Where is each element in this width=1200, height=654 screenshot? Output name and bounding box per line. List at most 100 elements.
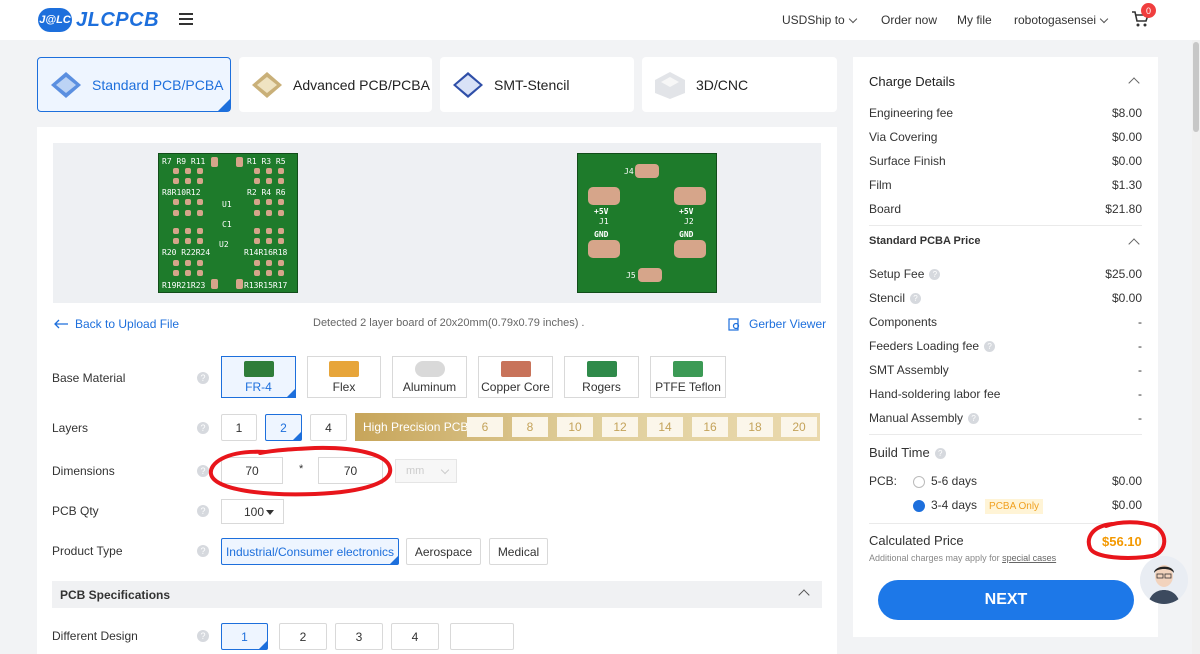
calculated-price-value: $56.10	[1102, 534, 1142, 549]
tab-smt-stencil[interactable]: SMT-Stencil	[440, 57, 634, 112]
order-now-link[interactable]: Order now	[881, 0, 937, 40]
currency-ship-to[interactable]: USDShip to	[782, 0, 857, 40]
dropdown-arrow-icon	[266, 510, 274, 515]
product-type-medical[interactable]: Medical	[489, 538, 548, 565]
product-type-industrial[interactable]: Industrial/Consumer electronics	[221, 538, 399, 565]
radio-unchecked[interactable]	[913, 475, 925, 488]
product-type-aerospace[interactable]: Aerospace	[406, 538, 481, 565]
selected-corner	[293, 432, 301, 440]
selected-corner	[218, 99, 230, 111]
hp-layer-option[interactable]: 10	[557, 417, 593, 437]
design-option-4[interactable]: 4	[391, 623, 439, 650]
hp-layer-option[interactable]: 16	[692, 417, 728, 437]
design-custom-input[interactable]	[450, 623, 514, 650]
tab-advanced-pcb[interactable]: Advanced PCB/PCBA	[239, 57, 432, 112]
dimension-x-input[interactable]: 70	[221, 457, 283, 484]
my-file-label: My file	[957, 13, 992, 27]
dimension-y-input[interactable]: 70	[318, 457, 383, 484]
help-icon[interactable]: ?	[197, 505, 209, 517]
pcba-value: -	[1138, 363, 1142, 377]
charge-label: Surface Finish	[869, 154, 946, 168]
hp-layer-option[interactable]: 12	[602, 417, 638, 437]
hp-layer-option[interactable]: 20	[781, 417, 817, 437]
back-to-upload-link[interactable]: Back to Upload File	[53, 317, 179, 331]
layers-label: Layers	[52, 421, 89, 435]
help-icon[interactable]: ?	[197, 545, 209, 557]
hp-layer-option[interactable]: 14	[647, 417, 683, 437]
charge-row-film: Film $1.30	[869, 178, 1142, 192]
unit-value: mm	[406, 465, 425, 477]
hp-layer-option[interactable]: 6	[467, 417, 503, 437]
hp-layer-option[interactable]: 18	[737, 417, 773, 437]
design-option-1[interactable]: 1	[221, 623, 268, 650]
tab-3d-cnc[interactable]: 3D/CNC	[642, 57, 837, 112]
design-value: 1	[241, 629, 248, 644]
charge-value: $21.80	[1105, 202, 1142, 216]
pcba-label: Components	[869, 315, 938, 329]
help-icon[interactable]: ?	[968, 413, 980, 425]
pcba-row-manual-assembly: Manual Assembly? -	[869, 411, 1142, 425]
build-option[interactable]: 3-4 days PCBA Only	[913, 498, 1044, 514]
my-file-link[interactable]: My file	[957, 0, 992, 40]
user-menu[interactable]: robotogasensei	[1014, 0, 1109, 40]
help-icon[interactable]: ?	[197, 372, 209, 384]
silk-label: R7 R9 R11	[162, 157, 206, 166]
material-aluminum[interactable]: Aluminum	[392, 356, 467, 398]
silk-label: J5	[626, 271, 636, 280]
help-icon[interactable]: ?	[929, 269, 941, 281]
build-option-5-6-days[interactable]: PCB: 5-6 days $0.00	[869, 474, 1142, 488]
person-avatar-icon	[1140, 556, 1188, 604]
detected-board-info: Detected 2 layer board of 20x20mm(0.79x0…	[313, 317, 585, 329]
silk-label: J1	[599, 217, 609, 226]
design-option-2[interactable]: 2	[279, 623, 327, 650]
support-avatar[interactable]	[1140, 556, 1188, 604]
help-icon[interactable]: ?	[197, 465, 209, 477]
help-icon[interactable]: ?	[984, 341, 996, 353]
dimension-unit-select[interactable]: mm	[395, 459, 457, 483]
smt-stencil-icon	[453, 71, 483, 98]
pcba-row-components: Components -	[869, 315, 1142, 329]
next-button[interactable]: NEXT	[878, 580, 1134, 620]
pcb-specifications-section[interactable]: PCB Specifications	[52, 581, 822, 608]
menu-icon[interactable]	[179, 13, 193, 25]
hp-layer-option[interactable]: 8	[512, 417, 548, 437]
help-icon[interactable]: ?	[934, 448, 946, 460]
silk-label: R19R21R23	[162, 281, 206, 290]
pcb-qty-select[interactable]: 100	[221, 499, 284, 524]
material-copper-core[interactable]: Copper Core	[478, 356, 553, 398]
high-precision-pcb-bar: High Precision PCB 6 8 10 12 14 16 18 20	[355, 413, 820, 441]
gerber-viewer-link[interactable]: Gerber Viewer	[728, 317, 826, 331]
material-rogers[interactable]: Rogers	[564, 356, 639, 398]
fr4-thumbnail	[243, 361, 274, 377]
help-icon[interactable]: ?	[197, 422, 209, 434]
layer-option-2[interactable]: 2	[265, 414, 302, 441]
material-fr4[interactable]: FR-4	[221, 356, 296, 398]
pcb-top-view: R7 R9 R11 R1 R3 R5 R8R10R12 R2 R4 R6 U1 …	[158, 153, 298, 293]
scrollbar-thumb[interactable]	[1193, 42, 1199, 132]
chevron-down-icon	[1099, 14, 1109, 23]
charge-label: Film	[869, 178, 892, 192]
tab-standard-pcb[interactable]: Standard PCB/PCBA	[37, 57, 231, 112]
build-option-price: $0.00	[1111, 474, 1142, 488]
charge-details-title: Charge Details	[869, 74, 955, 89]
tab-label: 3D/CNC	[696, 76, 749, 93]
layer-value: 2	[280, 420, 287, 435]
jlcpcb-logo[interactable]: J@LC JLCPCB	[38, 7, 159, 33]
chevron-up-icon[interactable]	[1128, 77, 1140, 89]
radio-checked[interactable]	[913, 499, 925, 512]
pcba-value: $0.00	[1111, 291, 1142, 305]
design-option-3[interactable]: 3	[335, 623, 383, 650]
build-option[interactable]: 5-6 days	[913, 474, 977, 488]
pcb-specifications-title: PCB Specifications	[60, 587, 171, 602]
special-cases-link[interactable]: special cases	[1002, 553, 1056, 563]
charge-value: $8.00	[1111, 106, 1142, 120]
layer-option-4[interactable]: 4	[310, 414, 347, 441]
help-icon[interactable]: ?	[197, 630, 209, 642]
charge-value: $0.00	[1111, 154, 1142, 168]
silk-label: U2	[219, 240, 229, 249]
material-flex[interactable]: Flex	[307, 356, 381, 398]
help-icon[interactable]: ?	[910, 293, 922, 305]
page-scrollbar[interactable]	[1192, 40, 1200, 654]
material-ptfe-teflon[interactable]: PTFE Teflon	[650, 356, 726, 398]
layer-option-1[interactable]: 1	[221, 414, 257, 441]
